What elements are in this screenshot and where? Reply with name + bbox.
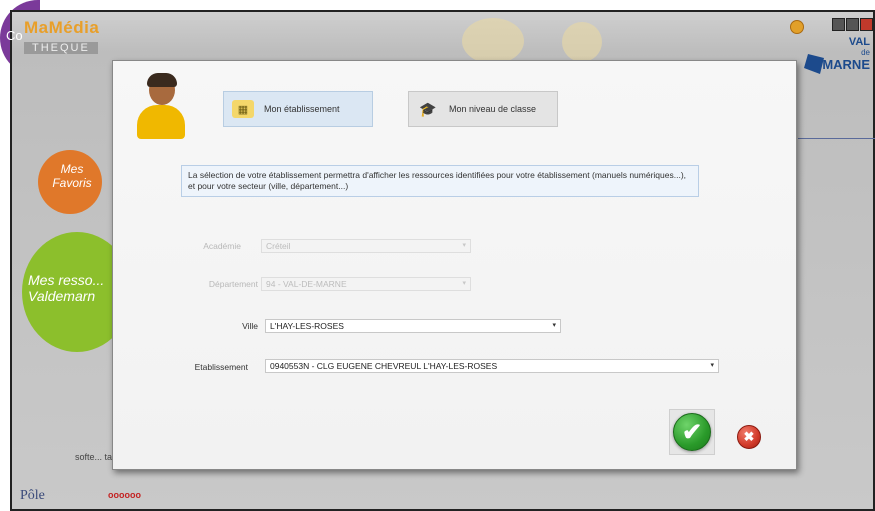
- tab-niveau-label: Mon niveau de classe: [449, 104, 537, 114]
- pole-logo[interactable]: Pôle: [20, 488, 45, 504]
- close-icon[interactable]: [860, 18, 873, 31]
- close-icon: ✖: [743, 429, 755, 444]
- avatar-hair: [147, 73, 177, 87]
- decorative-circle: [562, 22, 602, 62]
- etablissement-value: 0940553N - CLG EUGENE CHEVREUL L'HAY-LES…: [270, 361, 498, 371]
- school-icon: ▦: [232, 100, 254, 118]
- app-logo[interactable]: MaMédia THEQUE: [24, 18, 134, 60]
- checkmark-icon: ✔: [681, 418, 703, 446]
- settings-dialog: ▦ Mon établissement 🎓 Mon niveau de clas…: [112, 60, 797, 470]
- avatar-body: [137, 105, 185, 139]
- logo-text-top: MaMédia: [24, 18, 100, 37]
- departement-label: Département: [208, 279, 258, 289]
- etablissement-select[interactable]: 0940553N - CLG EUGENE CHEVREUL L'HAY-LES…: [265, 359, 719, 373]
- purple-label: Co: [6, 28, 23, 43]
- departement-select: 94 - VAL-DE-MARNE ▾: [261, 277, 471, 291]
- user-avatar-icon: [135, 73, 187, 139]
- chevron-down-icon: ▾: [462, 280, 466, 287]
- side-text: softe... tar: [75, 452, 116, 462]
- chevron-down-icon: ▾: [710, 362, 714, 369]
- etablissement-label: Etablissement: [194, 362, 248, 372]
- ville-label: Ville: [242, 321, 258, 331]
- departement-value: 94 - VAL-DE-MARNE: [266, 279, 347, 289]
- logo-val: VAL: [848, 36, 870, 48]
- ville-value: L'HAY-LES-ROSES: [270, 321, 344, 331]
- minimize-icon[interactable]: [832, 18, 845, 31]
- tab-mon-niveau-de-classe[interactable]: 🎓 Mon niveau de classe: [408, 91, 558, 127]
- tab-etablissement-label: Mon établissement: [264, 104, 340, 114]
- academie-label: Académie: [203, 241, 241, 251]
- chevron-down-icon: ▾: [462, 242, 466, 249]
- chevron-down-icon: ▾: [552, 322, 556, 329]
- favorites-label: Mes Favoris: [52, 162, 92, 190]
- tab-mon-etablissement[interactable]: ▦ Mon établissement: [223, 91, 373, 127]
- window-controls: [832, 18, 873, 31]
- academie-select: Créteil ▾: [261, 239, 471, 253]
- info-message: La sélection de votre établissement perm…: [181, 165, 699, 197]
- confirm-button[interactable]: ✔: [673, 413, 711, 451]
- favorites-bubble[interactable]: Mes Favoris: [38, 150, 102, 214]
- graduation-cap-icon: 🎓: [419, 100, 437, 117]
- val-de-marne-logo: VAL de MARNE: [804, 36, 870, 88]
- ville-select[interactable]: L'HAY-LES-ROSES ▾: [265, 319, 561, 333]
- partner-logo[interactable]: oooooo: [108, 490, 141, 500]
- help-icon[interactable]: [790, 20, 804, 34]
- decorative-circle: [462, 18, 524, 64]
- academie-value: Créteil: [266, 241, 291, 251]
- logo-text-bottom: THEQUE: [24, 42, 98, 54]
- divider: [798, 138, 875, 139]
- cancel-button[interactable]: ✖: [737, 425, 761, 449]
- maximize-icon[interactable]: [846, 18, 859, 31]
